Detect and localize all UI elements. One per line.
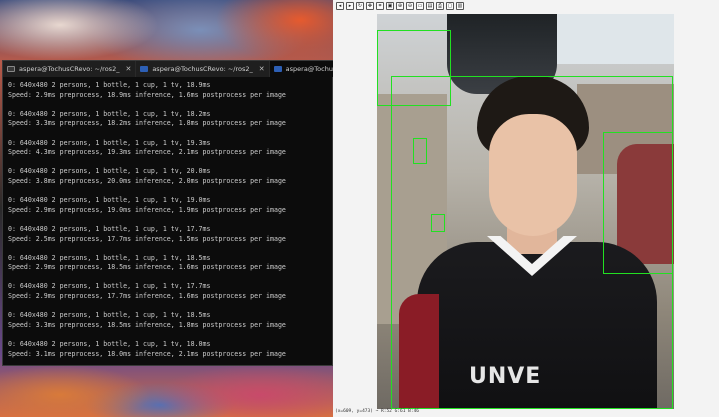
viewer-toolbar-button-9[interactable]: ▤ [426, 2, 434, 10]
viewer-toolbar-button-8[interactable]: ▭ [416, 2, 424, 10]
pixel-status: (x=609, y=473) ~ R:52 G:61 B:46 [335, 409, 419, 414]
close-icon[interactable]: ✕ [125, 65, 131, 73]
viewer-toolbar-button-0[interactable]: ◂ [336, 2, 344, 10]
terminal-line: 0: 640x480 2 persons, 1 bottle, 1 cup, 1… [8, 253, 211, 262]
terminal-line: 0: 640x480 2 persons, 1 bottle, 1 cup, 1… [8, 196, 211, 205]
powershell-icon [273, 66, 282, 72]
terminal-tab-1[interactable]: aspera@TochusCRevo: ~/ros2_ ✕ [3, 61, 137, 77]
terminal-line: 0: 640x480 2 persons, 1 bottle, 1 cup, 1… [8, 311, 211, 320]
viewer-toolbar-button-12[interactable]: ▥ [456, 2, 464, 10]
viewer-toolbar-button-3[interactable]: ✥ [366, 2, 374, 10]
background-window [557, 14, 674, 64]
close-icon[interactable]: ✕ [259, 65, 265, 73]
terminal-icon [7, 66, 15, 72]
terminal-line: 0: 640x480 2 persons, 1 bottle, 1 cup, 1… [8, 81, 211, 89]
terminal-line: Speed: 2.5ms preprocess, 17.7ms inferenc… [8, 234, 286, 243]
viewer-toolbar-button-10[interactable]: ⎙ [436, 2, 444, 10]
terminal-output[interactable]: 0: 640x480 2 persons, 1 bottle, 1 cup, 1… [3, 77, 332, 367]
viewer-toolbar-button-11[interactable]: ▢ [446, 2, 454, 10]
terminal-line: Speed: 3.3ms preprocess, 18.2ms inferenc… [8, 119, 286, 128]
terminal-line: 0: 640x480 2 persons, 1 bottle, 1 cup, 1… [8, 340, 211, 349]
terminal-line: 0: 640x480 2 persons, 1 bottle, 1 cup, 1… [8, 109, 211, 118]
terminal-tab-2[interactable]: aspera@TochusCRevo: ~/ros2_ ✕ [136, 61, 270, 77]
detection-box-cup [431, 214, 445, 232]
viewer-toolbar-button-1[interactable]: ▸ [346, 2, 354, 10]
terminal-line: Speed: 3.1ms preprocess, 18.0ms inferenc… [8, 349, 286, 358]
terminal-line: Speed: 3.8ms preprocess, 20.0ms inferenc… [8, 176, 286, 185]
terminal-line: Speed: 3.3ms preprocess, 18.5ms inferenc… [8, 320, 286, 329]
terminal-line: 0: 640x480 2 persons, 1 bottle, 1 cup, 1… [8, 224, 211, 233]
terminal-tabbar: aspera@TochusCRevo: ~/ros2_ ✕ aspera@Toc… [3, 61, 372, 77]
terminal-line: Speed: 2.9ms preprocess, 18.5ms inferenc… [8, 263, 286, 272]
terminal-line: 0: 640x480 2 persons, 1 bottle, 1 cup, 1… [8, 282, 211, 291]
powershell-icon [140, 66, 149, 72]
detection-box-bottle [413, 138, 427, 164]
viewer-toolbar-button-7[interactable]: ⊖ [406, 2, 414, 10]
viewer-toolbar-button-2[interactable]: ↻ [356, 2, 364, 10]
tab-label: aspera@TochusCRevo: ~/ros2_ [19, 65, 120, 73]
terminal-line: 0: 640x480 2 persons, 1 bottle, 1 cup, 1… [8, 167, 211, 176]
viewer-toolbar-button-5[interactable]: ▣ [386, 2, 394, 10]
viewer-toolbar-button-6[interactable]: ⊕ [396, 2, 404, 10]
terminal-line: Speed: 2.9ms preprocess, 17.7ms inferenc… [8, 292, 286, 301]
terminal-window[interactable]: aspera@TochusCRevo: ~/ros2_ ✕ aspera@Toc… [2, 60, 372, 367]
terminal-line: Speed: 2.9ms preprocess, 19.0ms inferenc… [8, 205, 286, 214]
terminal-line: Speed: 2.9ms preprocess, 18.9ms inferenc… [8, 90, 286, 99]
image-viewer-window[interactable]: ◂ ▸ ↻ ✥ ⌗ ▣ ⊕ ⊖ ▭ ▤ ⎙ ▢ ▥ UNVE (x=609, y=473) ~ R:52… [333, 0, 719, 417]
viewer-toolbar-button-4[interactable]: ⌗ [376, 2, 384, 10]
detection-box-person-right [603, 132, 673, 274]
tab-label: aspera@TochusCRevo: ~/ros2_ [152, 65, 253, 73]
terminal-line: Speed: 4.3ms preprocess, 19.3ms inferenc… [8, 148, 286, 157]
viewer-toolbar: ◂ ▸ ↻ ✥ ⌗ ▣ ⊕ ⊖ ▭ ▤ ⎙ ▢ ▥ [333, 0, 719, 12]
terminal-line: 0: 640x480 2 persons, 1 bottle, 1 cup, 1… [8, 138, 211, 147]
camera-frame: UNVE [377, 14, 674, 409]
